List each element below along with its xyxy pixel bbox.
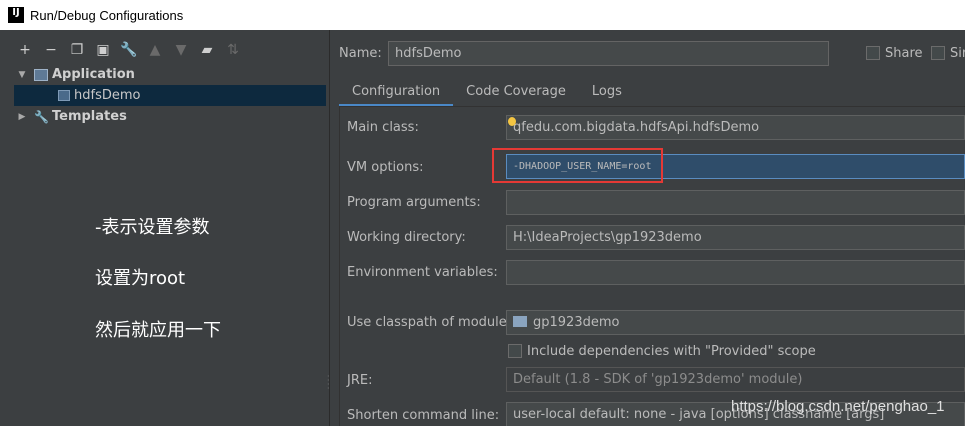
- name-label: Name:: [339, 46, 382, 61]
- chevron-right-icon[interactable]: ▶: [16, 112, 28, 122]
- include-dependencies-checkbox[interactable]: [508, 344, 522, 358]
- single-instance-checkbox[interactable]: [931, 46, 945, 60]
- sort-icon[interactable]: ⇅: [222, 39, 244, 61]
- tab-logs[interactable]: Logs: [579, 80, 635, 107]
- classpath-module-label: Use classpath of module:: [347, 315, 512, 330]
- tree-item-label: hdfsDemo: [74, 88, 141, 103]
- single-instance-label: Sir: [950, 46, 965, 61]
- wrench-icon: 🔧: [34, 109, 49, 124]
- main-class-label: Main class:: [347, 120, 419, 135]
- classpath-module-value: gp1923demo: [533, 315, 620, 330]
- lightbulb-icon[interactable]: [508, 117, 516, 126]
- environment-variables-label: Environment variables:: [347, 265, 498, 280]
- working-directory-label: Working directory:: [347, 230, 466, 245]
- share-label: Share: [885, 46, 923, 61]
- module-folder-icon: [513, 316, 527, 327]
- application-config-icon: [58, 90, 70, 101]
- folder-add-icon[interactable]: ▰: [196, 39, 218, 61]
- copy-icon[interactable]: ❐: [66, 39, 88, 61]
- watermark: https://blog.csdn.net/penghao_1: [731, 398, 945, 415]
- tree-toolbar: + − ❐ ▣ 🔧 ▲ ▼ ▰ ⇅: [14, 39, 244, 61]
- intellij-icon: IJ: [8, 7, 24, 23]
- remove-icon[interactable]: −: [40, 39, 62, 61]
- program-arguments-field[interactable]: [506, 190, 965, 215]
- jre-value: Default (1.8 - SDK of 'gp1923demo' modul…: [513, 372, 803, 387]
- annotation-line-1: -表示设置参数: [95, 217, 210, 238]
- annotation-line-3: 然后就应用一下: [95, 320, 221, 341]
- tree-item-hdfsdemo[interactable]: hdfsDemo: [14, 85, 326, 106]
- jre-select[interactable]: Default (1.8 - SDK of 'gp1923demo' modul…: [506, 367, 965, 392]
- move-up-icon[interactable]: ▲: [144, 39, 166, 61]
- name-input[interactable]: hdfsDemo: [388, 41, 829, 66]
- highlight-box: [492, 148, 663, 183]
- tab-configuration[interactable]: Configuration: [339, 80, 454, 107]
- annotation-line-2: 设置为root: [95, 268, 186, 289]
- working-directory-field[interactable]: H:\IdeaProjects\gp1923demo: [506, 225, 965, 250]
- main-class-value: qfedu.com.bigdata.hdfsApi.hdfsDemo: [513, 120, 760, 135]
- vm-options-label: VM options:: [347, 160, 424, 175]
- program-arguments-label: Program arguments:: [347, 195, 481, 210]
- window-title: Run/Debug Configurations: [30, 7, 184, 23]
- move-down-icon[interactable]: ▼: [170, 39, 192, 61]
- splitter-handle[interactable]: · · · ·: [327, 373, 331, 395]
- tree-item-label: Application: [52, 67, 135, 82]
- wrench-icon[interactable]: 🔧: [118, 39, 140, 61]
- tab-code-coverage[interactable]: Code Coverage: [453, 80, 579, 107]
- tree-item-templates[interactable]: ▶ 🔧 Templates: [0, 106, 330, 127]
- tree-item-label: Templates: [52, 109, 127, 124]
- add-icon[interactable]: +: [14, 39, 36, 61]
- main-class-field[interactable]: qfedu.com.bigdata.hdfsApi.hdfsDemo: [506, 115, 965, 140]
- application-icon: [34, 68, 48, 81]
- config-tree-panel: + − ❐ ▣ 🔧 ▲ ▼ ▰ ⇅ ▼ Application hdfsDemo…: [0, 30, 330, 426]
- save-icon[interactable]: ▣: [92, 39, 114, 61]
- jre-label: JRE:: [347, 373, 373, 388]
- classpath-module-select[interactable]: gp1923demo: [506, 310, 965, 335]
- share-checkbox[interactable]: [866, 46, 880, 60]
- chevron-down-icon[interactable]: ▼: [16, 70, 28, 80]
- shorten-command-line-label: Shorten command line:: [347, 408, 500, 423]
- environment-variables-field[interactable]: [506, 260, 965, 285]
- title-bar: IJ Run/Debug Configurations: [0, 0, 965, 30]
- tree-item-application[interactable]: ▼ Application: [0, 64, 330, 85]
- config-tree: ▼ Application hdfsDemo ▶ 🔧 Templates: [0, 64, 330, 127]
- config-tabs: Configuration Code Coverage Logs: [339, 80, 635, 107]
- include-dependencies-label: Include dependencies with "Provided" sco…: [527, 344, 816, 359]
- working-directory-value: H:\IdeaProjects\gp1923demo: [513, 230, 702, 245]
